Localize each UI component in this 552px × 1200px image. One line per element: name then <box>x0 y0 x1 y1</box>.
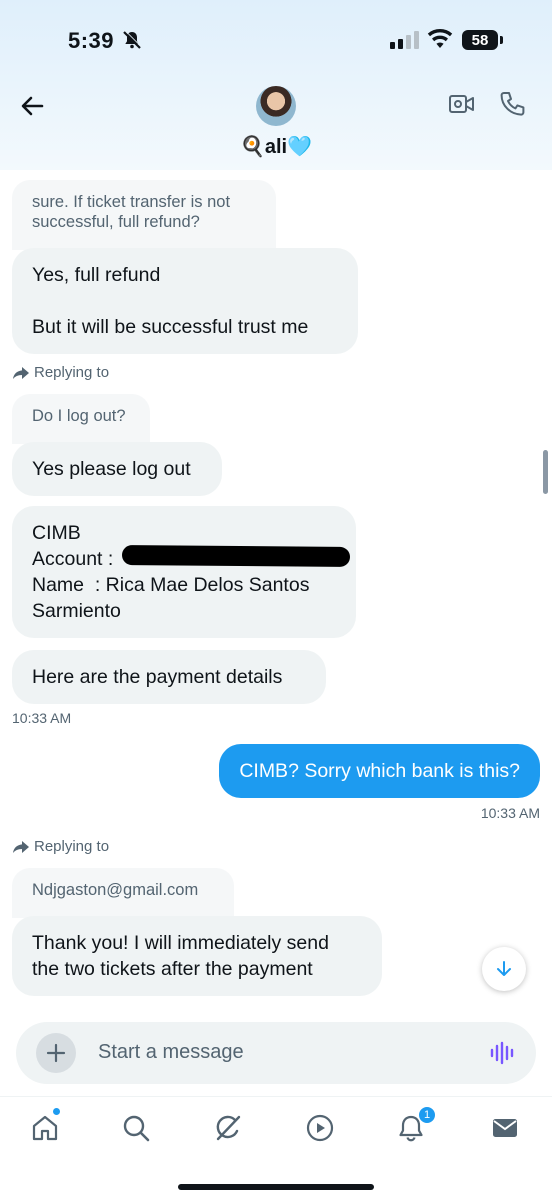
back-arrow-icon[interactable] <box>16 90 48 122</box>
notifications-badge: 1 <box>418 1106 436 1124</box>
grok-icon[interactable] <box>213 1113 243 1143</box>
scroll-to-bottom-button[interactable] <box>482 947 526 991</box>
quoted-message: Ndjgaston@gmail.com <box>12 868 234 918</box>
message-text: Sarmiento <box>32 600 121 622</box>
message-text: But it will be successful trust me <box>32 316 309 338</box>
message-text: Name : Rica Mae Delos Santos <box>32 574 310 596</box>
message-composer[interactable]: Start a message <box>16 1022 536 1084</box>
message-timestamp: 10:33 AM <box>480 805 540 821</box>
wifi-icon <box>427 28 453 48</box>
home-icon[interactable] <box>30 1113 60 1143</box>
message-bubble[interactable]: Yes, full refund But it will be successf… <box>12 248 358 354</box>
search-icon[interactable] <box>121 1113 151 1143</box>
replying-to-label: Replying to <box>12 364 109 381</box>
message-bubble[interactable]: Yes please log out <box>12 442 222 496</box>
phone-icon[interactable] <box>498 90 526 118</box>
redaction-mark <box>121 545 351 567</box>
message-text: CIMB? Sorry which bank is this? <box>239 760 520 782</box>
video-call-icon[interactable] <box>448 92 476 116</box>
battery-icon: 58 <box>462 30 503 50</box>
video-icon[interactable] <box>305 1113 335 1143</box>
message-input[interactable]: Start a message <box>98 1041 244 1064</box>
message-timestamp: 10:33 AM <box>12 710 72 726</box>
message-text: Yes please log out <box>32 458 191 480</box>
replying-to-label: Replying to <box>12 838 109 855</box>
message-list[interactable]: sure. If ticket transfer is not successf… <box>0 170 552 1000</box>
avatar[interactable] <box>256 86 296 126</box>
message-bubble-outgoing[interactable]: CIMB? Sorry which bank is this? <box>219 744 540 798</box>
quoted-message: sure. If ticket transfer is not successf… <box>12 180 276 250</box>
status-time: 5:39 <box>68 28 115 53</box>
reply-arrow-icon <box>13 840 29 853</box>
voice-message-icon[interactable] <box>490 1041 516 1065</box>
home-indicator <box>178 1184 374 1190</box>
reply-arrow-icon <box>13 366 29 379</box>
message-text: Thank you! I will immediately send <box>32 932 329 954</box>
quoted-message: Do I log out? <box>12 394 150 444</box>
messages-icon[interactable] <box>490 1113 520 1143</box>
home-unread-dot <box>53 1108 60 1115</box>
message-text: the two tickets after the payment <box>32 958 313 980</box>
message-text: CIMB <box>32 522 81 544</box>
message-bubble[interactable]: Here are the payment details <box>12 650 326 704</box>
conversation-name[interactable]: 🍳ali🩵 <box>0 134 552 159</box>
add-attachment-button[interactable] <box>36 1033 76 1073</box>
message-text: Here are the payment details <box>32 666 283 688</box>
scrollbar[interactable] <box>543 450 548 494</box>
message-text: Yes, full refund <box>32 264 161 286</box>
bell-off-icon <box>123 30 142 49</box>
signal-icon <box>390 31 419 49</box>
arrow-down-icon <box>497 961 511 976</box>
plus-icon <box>46 1043 66 1063</box>
message-bubble[interactable]: Thank you! I will immediately send the t… <box>12 916 382 996</box>
message-bubble[interactable]: CIMB Account : Name : Rica Mae Delos San… <box>12 506 356 638</box>
